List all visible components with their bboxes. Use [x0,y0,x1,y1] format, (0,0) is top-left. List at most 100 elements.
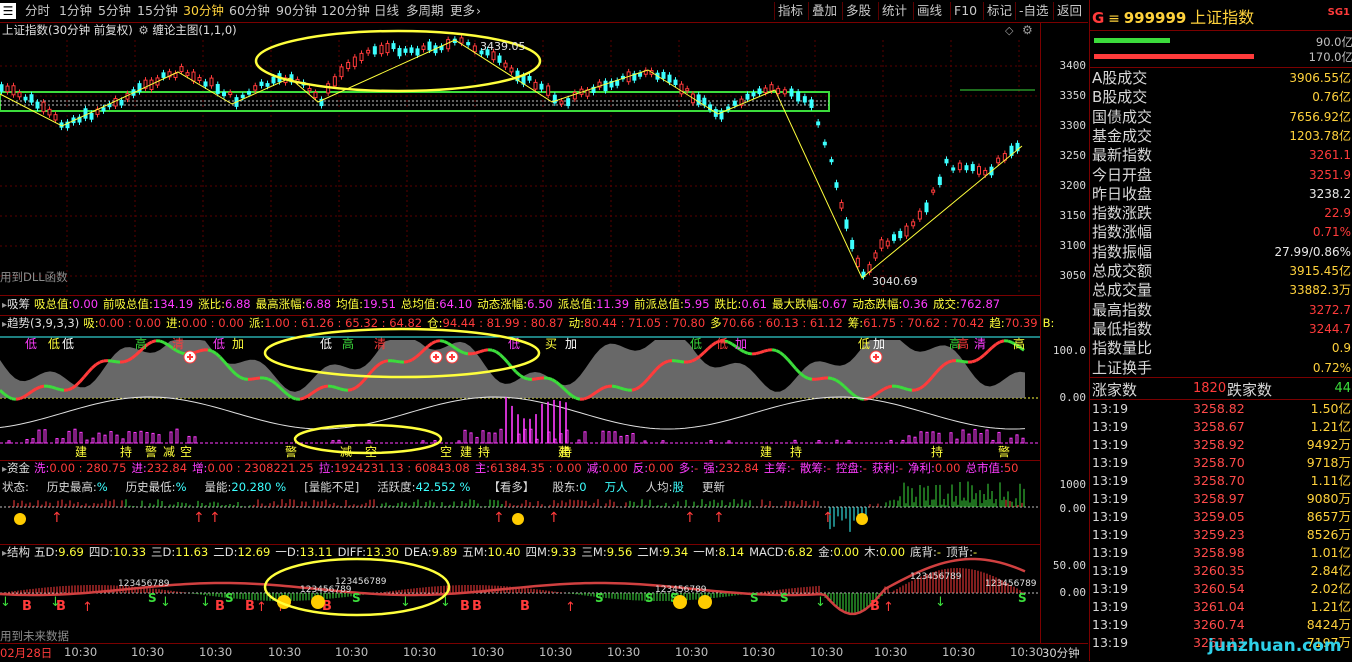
tick-row: 13:193259.058657万 [1090,508,1352,526]
tick-volume: 1.50亿 [1311,400,1351,418]
tick-time: 13:19 [1092,634,1128,652]
quote-row: 指数振幅27.99/0.86% [1090,243,1352,262]
quote-label: 国债成交 [1092,108,1152,127]
more-arrow-icon[interactable]: › [473,2,484,20]
menu-icon[interactable]: ☰ [0,3,16,19]
quote-row: 总成交量33882.3万 [1090,281,1352,300]
sell-signal: S [645,591,654,605]
tick-time: 13:19 [1092,580,1128,598]
menu-lines-icon[interactable]: ≡ [1108,11,1120,27]
buy-signal: B [472,599,482,614]
volume-bar-red [1094,54,1254,59]
sell-signal: S [780,591,789,605]
tick-row: 13:193258.701.11亿 [1090,472,1352,490]
quote-label: 指数涨幅 [1092,223,1152,242]
function-button-7[interactable]: -自选 [1015,2,1052,20]
structure-chart[interactable]: BBBBBBBBBSSSSSSSSS↓↓↓↓↓↓↓↓↑↑↑↑↑123456789… [0,544,1040,643]
function-button-4[interactable]: 画线 [913,2,945,20]
sell-signal: S [595,591,604,605]
signal-top-3: 高 [135,336,147,351]
quote-label: 指数涨跌 [1092,204,1152,223]
smiley-icon [311,595,325,609]
xichou-key-3: 最高涨幅: [256,297,306,311]
quote-row: 今日开盘3251.9 [1090,166,1352,185]
xichou-value-0: 0.00 [72,297,98,311]
time-axis: 02月28日10:3010:3010:3010:3010:3010:3010:3… [0,643,1088,662]
y-tick-1: 0.00 [1060,586,1087,599]
fund-panel: ▸资金洗:0.00 : 280.75进:232.84增:0.00 : 23082… [0,460,1040,545]
signal-top-6: 加 [232,337,244,351]
kline-chart[interactable] [0,22,1040,295]
quote-row: 总成交额3915.45亿 [1090,262,1352,281]
function-button-2[interactable]: 多股 [842,2,874,20]
quote-label: 上证换手 [1092,359,1152,378]
y-tick-6: 3100 [1060,239,1087,252]
tick-time: 13:19 [1092,490,1128,508]
period-tab-4[interactable]: 30分钟 [180,2,227,20]
quote-row: 指数涨跌22.9 [1090,204,1352,223]
x-tick-4: 10:30 [268,645,301,659]
period-tab-7[interactable]: 120分钟 [318,2,373,20]
period-tab-5[interactable]: 60分钟 [226,2,273,20]
tick-volume: 1.21亿 [1311,598,1351,616]
up-count: 1820 [1193,381,1226,396]
signal-bottom-14: 持 [478,444,490,459]
period-tab-0[interactable]: 分时 [22,2,53,20]
xichou-key-4: 均值: [336,297,363,311]
trend-chart[interactable]: 低低低高清低加低高清低买加低低加低加高高清高建持警减空警减空建持建持空建持持警 [0,315,1040,460]
period-tab-3[interactable]: 15分钟 [134,2,181,20]
xichou-key-6: 动态涨幅: [477,297,527,311]
signal-bottom-16: 警 [998,444,1010,459]
down-arrow-icon: ↓ [200,595,211,610]
x-tick-9: 10:30 [607,645,640,659]
xichou-row: ▸吸筹吸总值:0.00前吸总值:134.19涨比:6.88最高涨幅:6.88均值… [0,295,1040,316]
tick-row: 13:193258.671.21亿 [1090,418,1352,436]
x-tick-2: 10:30 [131,645,164,659]
bar-value-2: 170.0亿 [1309,49,1352,65]
xichou-value-4: 19.51 [363,297,396,311]
tick-volume: 8526万 [1307,526,1351,544]
function-button-6[interactable]: 标记 [983,2,1015,20]
function-button-8[interactable]: 返回 [1053,2,1085,20]
tick-time: 13:19 [1092,526,1128,544]
x-tick-1: 10:30 [64,645,97,659]
tick-volume: 1.21亿 [1311,418,1351,436]
function-button-3[interactable]: 统计 [878,2,910,20]
period-tab-8[interactable]: 日线 [371,2,402,20]
signal-bottom-1: 持 [120,444,132,459]
up-count-label: 涨家数 [1092,379,1137,400]
period-tab-1[interactable]: 1分钟 [56,2,95,20]
signal-bottom-15: 持 [931,444,943,459]
tick-row: 13:193260.352.84亿 [1090,562,1352,580]
period-tab-9[interactable]: 多周期 [403,2,447,20]
sell-signal: S [352,591,361,605]
period-tab-6[interactable]: 90分钟 [273,2,320,20]
function-button-5[interactable]: F10 [950,2,980,20]
quote-prefix: G [1092,9,1104,27]
function-button-1[interactable]: 叠加 [808,2,840,20]
tick-price: 3260.54 [1193,580,1245,598]
xichou-key-5: 总均值: [401,297,439,311]
buy-signal: B [215,599,225,614]
quote-label: 指数量比 [1092,339,1152,358]
quote-label: 基金成交 [1092,127,1152,146]
smiley-icon [14,513,26,525]
period-tab-2[interactable]: 5分钟 [95,2,134,20]
quote-row: 最高指数3272.7 [1090,301,1352,320]
fund-chart[interactable]: ↑↑↑↑↑↑↑↑ [0,460,1040,544]
quote-label: 昨日收盘 [1092,185,1152,204]
signal-bottom-0: 建 [75,445,87,459]
sequence-label: 123456789 [910,572,962,582]
tick-time: 13:19 [1092,616,1128,634]
tick-price: 3260.35 [1193,562,1245,580]
tick-time: 13:19 [1092,454,1128,472]
y-tick-0: 100.0 [1053,344,1086,357]
structure-yaxis: 50.000.00 [1040,544,1089,643]
stock-code: 999999 [1124,9,1187,27]
period-selector[interactable]: 30分钟 [1042,645,1080,661]
quote-row: 指数量比0.9 [1090,339,1352,358]
function-button-0[interactable]: 指标 [774,2,806,20]
up-arrow-icon: ↑ [713,510,725,526]
xichou-value-3: 6.88 [306,297,332,311]
tick-time: 13:19 [1092,544,1128,562]
